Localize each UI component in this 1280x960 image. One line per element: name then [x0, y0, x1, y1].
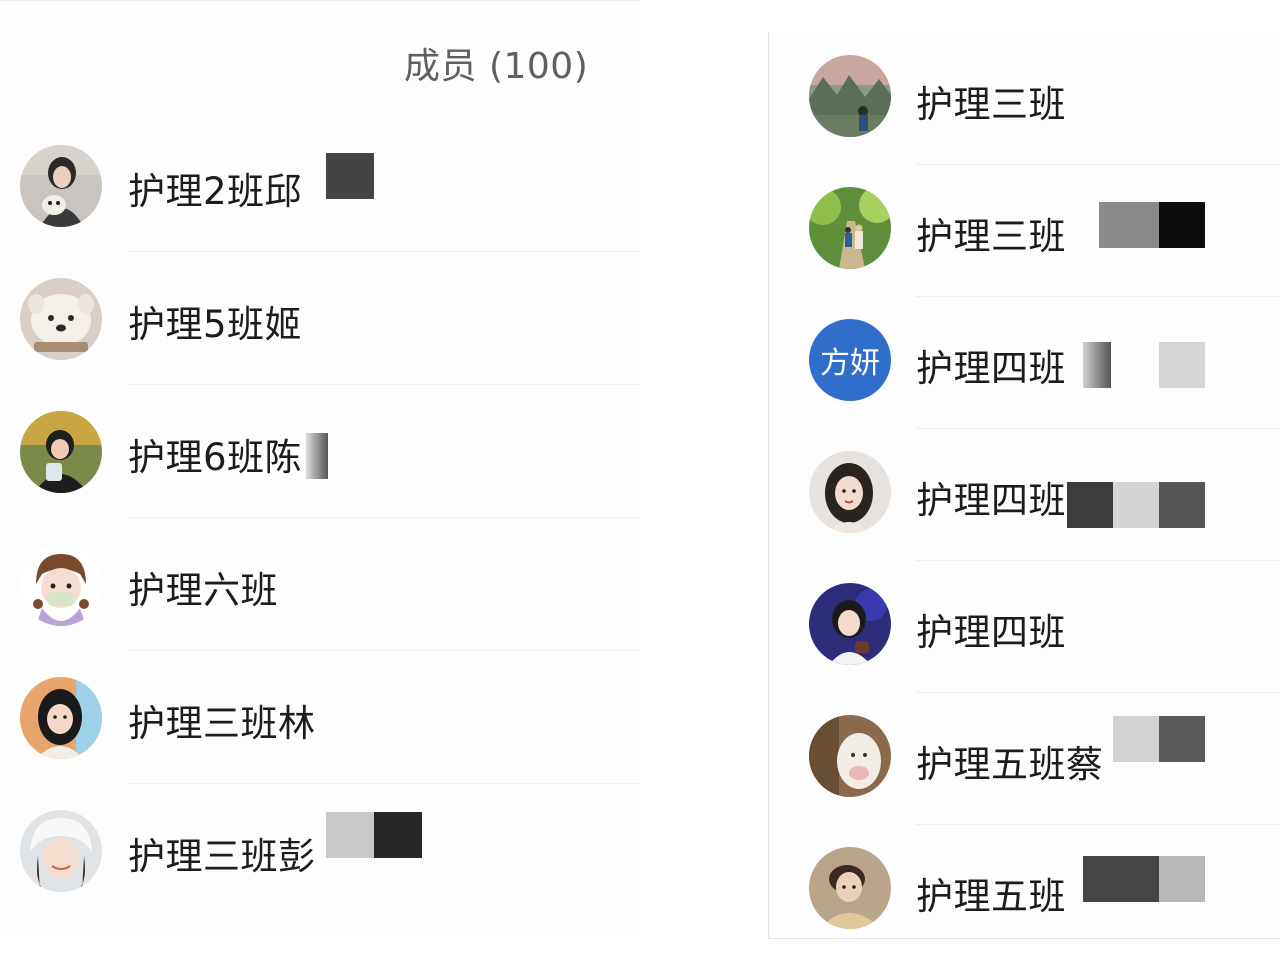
member-row[interactable]: 护理三班彭 [0, 784, 640, 917]
member-row[interactable]: 护理六班 [0, 518, 640, 651]
member-name: 护理三班林 [128, 702, 316, 745]
member-name: 护理2班邱 [128, 170, 303, 213]
member-name: 护理四班 [916, 347, 1066, 390]
member-name: 护理五班蔡 [916, 743, 1104, 786]
redaction-mosaic [1159, 856, 1205, 902]
member-row[interactable]: 护理五班蔡 [769, 692, 1280, 825]
redaction-mosaic [1099, 202, 1159, 248]
member-list-panel-right: 护理三班 护理三班 方妍 护理四班 护理四班 护理四班 护理五班蔡 护理五班 [768, 32, 1280, 939]
member-row[interactable]: 护理四班 [769, 428, 1280, 561]
redaction-mosaic [1083, 342, 1111, 388]
avatar-text: 方妍 [809, 319, 891, 401]
member-row[interactable]: 护理四班 [769, 560, 1280, 693]
member-name: 护理5班姬 [128, 303, 303, 346]
redaction-mosaic [1159, 342, 1205, 388]
member-name: 护理三班 [916, 215, 1066, 258]
avatar-woman-with-dog-icon [20, 145, 102, 227]
redaction-mosaic [374, 812, 422, 858]
member-row[interactable]: 护理6班陈 [0, 385, 640, 518]
member-row[interactable]: 护理三班 [769, 32, 1280, 165]
member-name: 护理六班 [128, 569, 278, 612]
avatar-forest-path-icon [809, 187, 891, 269]
member-row[interactable]: 护理五班 [769, 824, 1280, 957]
avatar-girl-eating-icon [20, 411, 102, 493]
avatar-girl-purple-bg-icon [809, 583, 891, 665]
redaction-mosaic [1159, 202, 1205, 248]
redaction-mosaic [1159, 716, 1205, 762]
redaction-mosaic [306, 433, 328, 479]
avatar-man-hoodie-icon [809, 847, 891, 929]
avatar-young-woman-icon [20, 677, 102, 759]
redaction-mosaic [1067, 482, 1113, 528]
avatar-cartoon-girl-icon [20, 544, 102, 626]
avatar-white-dog-icon [20, 278, 102, 360]
redaction-mosaic [1113, 716, 1159, 762]
member-row[interactable]: 护理5班姬 [0, 252, 640, 385]
member-row[interactable]: 护理三班 [769, 164, 1280, 297]
member-row[interactable]: 护理2班邱 [0, 119, 640, 252]
avatar-plush-toy-icon [809, 715, 891, 797]
avatar-text-icon: 方妍 [809, 319, 891, 401]
avatar-girl-white-hat-icon [20, 810, 102, 892]
redaction-mosaic [1159, 482, 1205, 528]
member-name: 护理三班彭 [128, 835, 316, 878]
redaction-mosaic [326, 812, 374, 858]
member-name: 护理6班陈 [128, 436, 303, 479]
member-row[interactable]: 护理三班林 [0, 651, 640, 784]
avatar-landscape-icon [809, 55, 891, 137]
avatar-woman-portrait-icon [809, 451, 891, 533]
member-list-panel-left: 成员 (100) 护理2班邱 护理5班姬 护理6班陈 护理六班 护理三班林 护理… [0, 0, 640, 936]
redaction-mosaic [1083, 856, 1159, 902]
redaction-mosaic [326, 153, 374, 199]
member-count-title: 成员 (100) [404, 46, 589, 87]
redaction-mosaic [1113, 482, 1159, 528]
member-name: 护理四班 [916, 611, 1066, 654]
member-row[interactable]: 方妍 护理四班 [769, 296, 1280, 429]
member-name: 护理四班 [916, 479, 1066, 522]
member-name: 护理五班 [916, 875, 1066, 918]
member-name: 护理三班 [916, 83, 1066, 126]
